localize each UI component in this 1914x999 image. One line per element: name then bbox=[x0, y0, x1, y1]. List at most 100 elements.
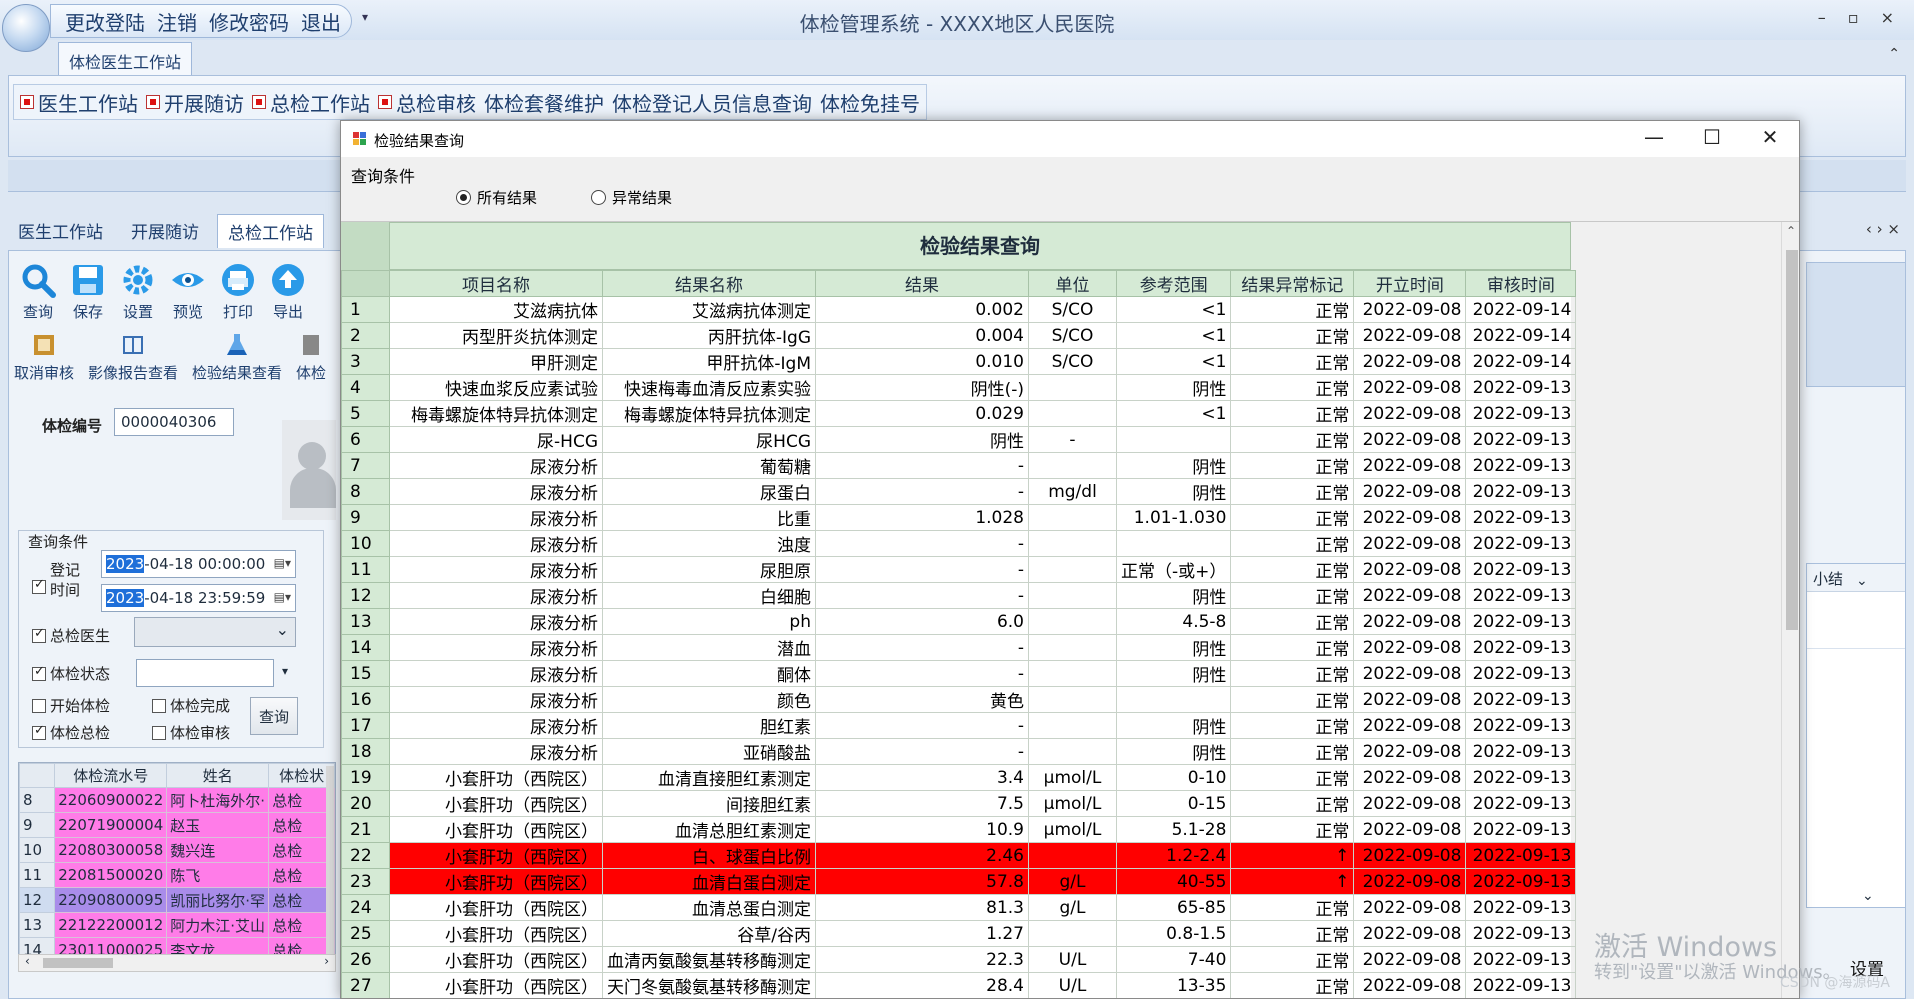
column-header-item[interactable]: 项目名称 bbox=[389, 270, 603, 297]
print-button[interactable]: 打印 bbox=[214, 258, 262, 322]
column-header-audit-time[interactable]: 审核时间 bbox=[1465, 270, 1577, 297]
status-checkbox-row[interactable]: 体检状态 bbox=[32, 663, 110, 684]
chevron-down-icon[interactable]: ⌄ bbox=[1856, 573, 1868, 589]
doctor-select[interactable] bbox=[134, 617, 296, 647]
scroll-right-icon[interactable]: › bbox=[324, 954, 329, 968]
lab-result-row[interactable]: 22 小套肝功（西院区） 白、球蛋白比例 2.46 1.2-2.4 ↑ 2022-09-08… bbox=[341, 842, 1577, 869]
lab-result-row[interactable]: 11 尿液分析 尿胆原 - 正常（-或+） 正常 2022-09-08 2022-09-13 bbox=[341, 556, 1577, 583]
patient-row[interactable]: 11 22081500020 陈飞 总检 bbox=[19, 862, 335, 888]
lab-result-row[interactable]: 24 小套肝功（西院区） 血清总蛋白测定 81.3 g/L 65-85 正常 2022-09-… bbox=[341, 894, 1577, 921]
report-vscroll[interactable]: ⌃ bbox=[1781, 222, 1799, 998]
scroll-up-icon[interactable]: ⌃ bbox=[1786, 224, 1796, 238]
column-header[interactable]: 姓名 bbox=[166, 763, 270, 788]
lab-result-row[interactable]: 19 小套肝功（西院区） 血清直接胆红素测定 3.4 μmol/L 0-10 正常 2022-… bbox=[341, 764, 1577, 791]
query-submit-button[interactable]: 查询 bbox=[250, 697, 298, 735]
radio-abnormal-results[interactable]: 异常结果 bbox=[591, 187, 672, 208]
chevron-down-icon[interactable]: ▾ bbox=[282, 664, 288, 678]
lab-result-row[interactable]: 20 小套肝功（西院区） 间接胆红素 7.5 μmol/L 0-15 正常 2022-09-0… bbox=[341, 790, 1577, 817]
lab-result-row[interactable]: 16 尿液分析 颜色 黄色 正常 2022-09-08 2022-09-13 bbox=[341, 686, 1577, 713]
column-header-unit[interactable]: 单位 bbox=[1028, 270, 1117, 297]
lab-result-row[interactable]: 13 尿液分析 ph 6.0 4.5-8 正常 2022-09-08 2022-09-13 bbox=[341, 608, 1577, 635]
start-datetime-input[interactable]: 2023 -04-18 00:00:00 ▤▾ bbox=[101, 550, 296, 578]
minimize-icon[interactable]: – bbox=[1818, 8, 1826, 27]
column-header-result[interactable]: 结果 bbox=[815, 270, 1029, 297]
reg-time-checkbox[interactable] bbox=[32, 577, 46, 594]
export-button[interactable]: 导出 bbox=[264, 258, 312, 322]
scroll-thumb[interactable] bbox=[1786, 250, 1798, 630]
ribbon-item-free-registration[interactable]: 体检免挂号 bbox=[820, 88, 920, 117]
lab-result-row[interactable]: 5 梅毒螺旋体特异抗体测定 梅毒螺旋体特异抗体测定 0.029 <1 正常 2022-09-… bbox=[341, 400, 1577, 427]
exam-audit-checkbox[interactable] bbox=[152, 725, 166, 740]
query-button[interactable]: 查询 bbox=[14, 258, 62, 322]
lab-result-row[interactable]: 7 尿液分析 葡萄糖 - 阴性 正常 2022-09-08 2022-09-13 bbox=[341, 452, 1577, 479]
cb-done-row[interactable]: 体检完成 bbox=[152, 695, 230, 716]
lab-result-row[interactable]: 1 艾滋病抗体 艾滋病抗体测定 0.002 S/CO <1 正常 2022-09-08 2022… bbox=[341, 296, 1577, 323]
ribbon-item-followup[interactable]: 开展随访 bbox=[146, 88, 244, 117]
cb-total-row[interactable]: 体检总检 bbox=[32, 722, 110, 743]
lab-result-row[interactable]: 12 尿液分析 白细胞 - 阴性 正常 2022-09-08 2022-09-13 bbox=[341, 582, 1577, 609]
ribbon-item-package[interactable]: 体检套餐维护 bbox=[484, 88, 604, 117]
lab-result-button[interactable]: 检验结果查看 bbox=[192, 332, 282, 383]
radio-all-results[interactable]: 所有结果 bbox=[456, 187, 537, 208]
status-select[interactable] bbox=[136, 659, 274, 687]
lab-result-row[interactable]: 26 小套肝功（西院区） 血清丙氨酸氨基转移酶测定 22.3 U/L 7-40 正常 2022… bbox=[341, 946, 1577, 973]
lab-result-row[interactable]: 18 尿液分析 亚硝酸盐 - 阴性 正常 2022-09-08 2022-09-13 bbox=[341, 738, 1577, 765]
tab-followup[interactable]: 开展随访 bbox=[121, 214, 209, 248]
doctor-checkbox-row[interactable]: 总检医生 bbox=[32, 625, 110, 646]
radio-all-icon[interactable] bbox=[456, 190, 471, 205]
doctor-checkbox[interactable] bbox=[32, 626, 46, 643]
patient-grid-vscroll[interactable] bbox=[326, 766, 334, 956]
settings-toolbar-button[interactable]: 设置 bbox=[114, 258, 162, 322]
lab-result-row[interactable]: 21 小套肝功（西院区） 血清总胆红素测定 10.9 μmol/L 5.1-28 正常 202… bbox=[341, 816, 1577, 843]
close-icon[interactable]: × bbox=[1881, 8, 1894, 27]
lab-result-row[interactable]: 9 尿液分析 比重 1.028 1.01-1.030 正常 2022-09-08 2022-0… bbox=[341, 504, 1577, 531]
patient-row[interactable]: 8 22060900022 阿卜杜海外尔· 总检 bbox=[19, 787, 335, 813]
lab-result-row[interactable]: 8 尿液分析 尿蛋白 - mg/dl 阴性 正常 2022-09-08 2022-09-13 bbox=[341, 478, 1577, 505]
tab-nav-controls[interactable]: ‹ › × bbox=[1866, 220, 1900, 238]
exam-report-button[interactable]: 体检 bbox=[296, 332, 326, 383]
cb-audit-row[interactable]: 体检审核 bbox=[152, 722, 230, 743]
patient-row[interactable]: 13 22122200012 阿力木江·艾山 总检 bbox=[19, 912, 335, 938]
patient-grid-hscroll[interactable]: ‹ › bbox=[18, 954, 336, 972]
calendar-dropdown-icon[interactable]: ▤▾ bbox=[274, 556, 291, 570]
end-datetime-input[interactable]: 2023 -04-18 23:59:59 ▤▾ bbox=[101, 584, 296, 612]
column-header-name[interactable]: 结果名称 bbox=[602, 270, 816, 297]
column-header-flag[interactable]: 结果异常标记 bbox=[1230, 270, 1355, 297]
lab-result-row[interactable]: 6 尿-HCG 尿HCG 阴性 - 正常 2022-09-08 2022-09-13 bbox=[341, 426, 1577, 453]
cb-start-row[interactable]: 开始体检 bbox=[32, 695, 110, 716]
tab-doctor-workstation[interactable]: 体检医生工作站 bbox=[58, 42, 193, 76]
column-header[interactable]: 体检状 bbox=[268, 763, 335, 788]
lab-result-row[interactable]: 2 丙型肝炎抗体测定 丙肝抗体-IgG 0.004 S/CO <1 正常 2022-09-08… bbox=[341, 322, 1577, 349]
tab-doctor[interactable]: 医生工作站 bbox=[8, 214, 113, 248]
exam-done-checkbox[interactable] bbox=[152, 698, 166, 713]
start-exam-checkbox[interactable] bbox=[32, 698, 46, 713]
lab-result-row[interactable]: 17 尿液分析 胆红素 - 阴性 正常 2022-09-08 2022-09-13 bbox=[341, 712, 1577, 739]
cancel-audit-button[interactable]: 取消审核 bbox=[14, 332, 74, 383]
radio-abnormal-icon[interactable] bbox=[591, 190, 606, 205]
maximize-icon[interactable]: ☐ bbox=[1701, 125, 1723, 149]
exam-number-input[interactable]: 0000040306 bbox=[114, 408, 234, 436]
imaging-report-button[interactable]: 影像报告查看 bbox=[88, 332, 178, 383]
patient-row[interactable]: 9 22071900004 赵玉 总检 bbox=[19, 812, 335, 838]
minimize-icon[interactable]: — bbox=[1643, 125, 1665, 149]
column-header[interactable]: 体检流水号 bbox=[54, 763, 168, 788]
lab-result-row[interactable]: 3 甲肝测定 甲肝抗体-IgM 0.010 S/CO <1 正常 2022-09-08 2022… bbox=[341, 348, 1577, 375]
reg-time-checkbox-row[interactable]: 登记时间 bbox=[32, 560, 80, 600]
close-icon[interactable]: ✕ bbox=[1759, 125, 1781, 149]
column-header-open-time[interactable]: 开立时间 bbox=[1353, 270, 1467, 297]
collapse-ribbon-icon[interactable]: ⌃ bbox=[1888, 46, 1900, 62]
scroll-left-icon[interactable]: ‹ bbox=[25, 954, 30, 968]
lab-result-row[interactable]: 14 尿液分析 潜血 - 阴性 正常 2022-09-08 2022-09-13 bbox=[341, 634, 1577, 661]
ribbon-item-doctor[interactable]: 医生工作站 bbox=[20, 88, 138, 117]
app-menu-orb[interactable] bbox=[2, 4, 50, 52]
patient-row[interactable]: 12 22090800095 凯丽比努尔·罕 总检 bbox=[19, 887, 335, 913]
lab-result-row[interactable]: 27 小套肝功（西院区） 天门冬氨酸氨基转移酶测定 28.4 U/L 13-35 正常 202… bbox=[341, 972, 1577, 998]
ribbon-item-registration-query[interactable]: 体检登记人员信息查询 bbox=[612, 88, 812, 117]
calendar-dropdown-icon[interactable]: ▤▾ bbox=[274, 590, 291, 604]
exam-summary-checkbox[interactable] bbox=[32, 723, 46, 740]
lab-result-row[interactable]: 23 小套肝功（西院区） 血清白蛋白测定 57.8 g/L 40-55 ↑ 2022-09-0… bbox=[341, 868, 1577, 895]
tab-summary[interactable]: 总检工作站 bbox=[217, 214, 324, 248]
ribbon-item-audit[interactable]: 总检审核 bbox=[378, 88, 476, 117]
lab-result-row[interactable]: 4 快速血浆反应素试验 快速梅毒血清反应素实验 阴性(-) 阴性 正常 2022-09-08… bbox=[341, 374, 1577, 401]
lab-result-row[interactable]: 10 尿液分析 浊度 - 正常 2022-09-08 2022-09-13 bbox=[341, 530, 1577, 557]
